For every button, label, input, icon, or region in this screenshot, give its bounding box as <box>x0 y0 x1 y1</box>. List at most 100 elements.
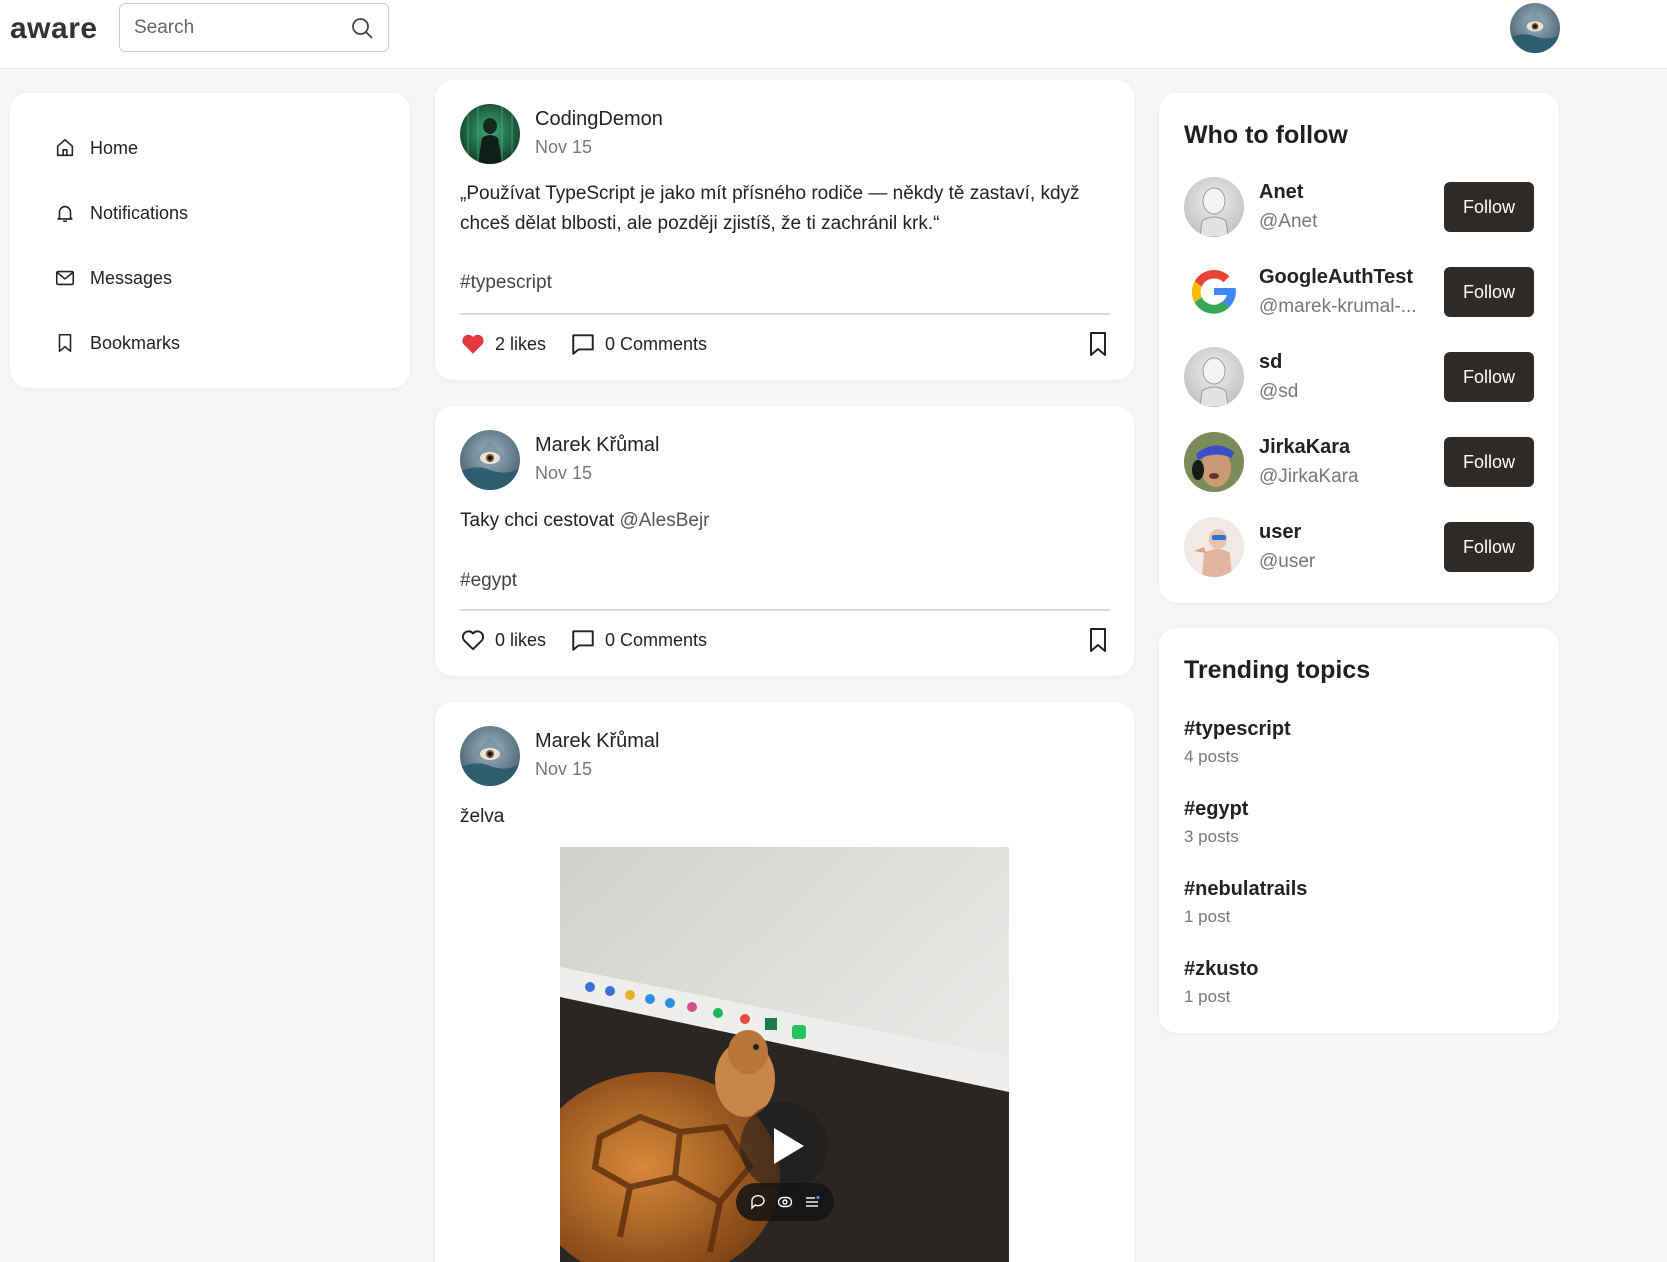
user-avatar[interactable] <box>1184 177 1244 237</box>
sidebar-item-notifications[interactable]: Notifications <box>54 195 188 231</box>
user-name[interactable]: Anet <box>1259 181 1303 204</box>
trending-topic[interactable]: #typescript 4 posts <box>1184 718 1291 767</box>
follow-suggestion: user @user Follow <box>1184 517 1534 577</box>
top-bar: aware <box>0 0 1667 69</box>
post-text: želva <box>460 806 505 827</box>
bell-icon <box>57 205 73 223</box>
post-hashtag[interactable]: #typescript <box>460 272 552 294</box>
post-date: Nov 15 <box>535 137 593 157</box>
sidebar-item-messages[interactable]: Messages <box>54 260 172 296</box>
trending-topic[interactable]: #zkusto 1 post <box>1184 958 1258 1007</box>
topic-count: 3 posts <box>1184 827 1239 846</box>
author-avatar[interactable] <box>460 104 520 164</box>
topic-tag: #zkusto <box>1184 958 1259 980</box>
follow-suggestion: JirkaKara @JirkaKara Follow <box>1184 432 1534 492</box>
author-name[interactable]: Marek Křůmal <box>535 434 659 457</box>
who-to-follow-title: Who to follow <box>1184 121 1348 149</box>
sidebar-item-label: Notifications <box>90 202 189 223</box>
search-input[interactable] <box>134 16 334 40</box>
author-name[interactable]: CodingDemon <box>535 108 663 131</box>
video-controls <box>736 1183 834 1221</box>
like-count: 0 likes <box>495 629 547 650</box>
mention-link[interactable]: @AlesBejr <box>619 510 709 531</box>
post-divider <box>460 313 1110 315</box>
search-icon[interactable] <box>350 16 374 40</box>
user-avatar[interactable] <box>1184 432 1244 492</box>
bookmark-icon <box>58 333 72 353</box>
app-logo[interactable]: aware <box>10 12 98 46</box>
home-icon <box>56 138 74 157</box>
post-text: Taky chci cestovat @AlesBejr <box>460 506 1110 536</box>
follow-button[interactable]: Follow <box>1444 267 1534 317</box>
post-actions: 0 likes 0 Comments <box>460 625 1110 655</box>
trending-title: Trending topics <box>1184 656 1371 684</box>
heart-filled-icon <box>462 334 484 354</box>
sidebar-item-label: Messages <box>90 267 173 288</box>
trending-topic[interactable]: #egypt 3 posts <box>1184 798 1248 847</box>
trending-topic[interactable]: #nebulatrails 1 post <box>1184 878 1307 927</box>
topic-count: 1 post <box>1184 987 1231 1006</box>
topic-tag: #egypt <box>1184 798 1249 820</box>
user-name[interactable]: GoogleAuthTest <box>1259 266 1413 289</box>
user-avatar[interactable] <box>1184 517 1244 577</box>
sidebar-nav: Home Notifications Messages Bookmarks <box>10 93 410 388</box>
play-icon <box>774 1128 804 1164</box>
topic-count: 1 post <box>1184 907 1231 926</box>
user-avatar[interactable] <box>1184 262 1244 322</box>
follow-button[interactable]: Follow <box>1444 437 1534 487</box>
author-avatar[interactable] <box>460 430 520 490</box>
user-name[interactable]: sd <box>1259 351 1282 374</box>
trending-panel: Trending topics #typescript 4 posts #egy… <box>1159 628 1559 1033</box>
eye-icon[interactable] <box>777 1194 793 1210</box>
topic-tag: #nebulatrails <box>1184 878 1308 900</box>
topic-tag: #typescript <box>1184 718 1291 740</box>
sidebar-item-label: Bookmarks <box>90 332 181 353</box>
follow-suggestion: sd @sd Follow <box>1184 347 1534 407</box>
user-handle: @marek-krumal-... <box>1259 296 1417 317</box>
sidebar-item-bookmarks[interactable]: Bookmarks <box>54 325 180 361</box>
post-date: Nov 15 <box>535 463 593 483</box>
sidebar-item-label: Home <box>90 137 139 158</box>
search-box[interactable] <box>119 3 389 52</box>
topic-count: 4 posts <box>1184 747 1239 766</box>
list-icon[interactable] <box>804 1194 820 1210</box>
comment-count: 0 Comments <box>605 333 708 354</box>
user-avatar[interactable] <box>1510 3 1560 53</box>
post-card: Marek Křůmal Nov 15 želva <box>435 702 1134 1262</box>
follow-button[interactable]: Follow <box>1444 522 1534 572</box>
post-text: „Používat TypeScript je jako mít přísnéh… <box>460 183 1080 234</box>
post-card: Marek Křůmal Nov 15 Taky chci cestovat @… <box>435 406 1134 676</box>
post-actions: 2 likes 0 Comments <box>460 329 1110 359</box>
comment-icon <box>572 630 594 651</box>
comment-button[interactable]: 0 Comments <box>570 329 707 359</box>
like-button[interactable]: 0 likes <box>460 625 546 655</box>
follow-button[interactable]: Follow <box>1444 352 1534 402</box>
user-handle: @user <box>1259 551 1316 572</box>
post-hashtag[interactable]: #egypt <box>460 570 517 592</box>
sidebar-item-home[interactable]: Home <box>54 130 138 166</box>
comment-button[interactable]: 0 Comments <box>570 625 707 655</box>
post-card: CodingDemon Nov 15 „Používat TypeScript … <box>435 80 1134 380</box>
follow-suggestion: GoogleAuthTest @marek-krumal-... Follow <box>1184 262 1534 322</box>
user-name[interactable]: JirkaKara <box>1259 436 1350 459</box>
follow-button[interactable]: Follow <box>1444 182 1534 232</box>
post-date: Nov 15 <box>535 759 593 779</box>
heart-outline-icon <box>461 630 485 651</box>
bookmark-icon[interactable] <box>1086 627 1110 653</box>
post-divider <box>460 609 1110 611</box>
post-text-body: Taky chci cestovat <box>460 510 620 531</box>
mail-icon <box>55 270 75 286</box>
play-button[interactable] <box>740 1102 828 1190</box>
google-logo-icon <box>1184 262 1244 322</box>
like-button[interactable]: 2 likes <box>460 329 546 359</box>
follow-suggestion: Anet @Anet Follow <box>1184 177 1534 237</box>
bookmark-icon[interactable] <box>1086 331 1110 357</box>
author-avatar[interactable] <box>460 726 520 786</box>
user-handle: @sd <box>1259 381 1299 402</box>
author-name[interactable]: Marek Křůmal <box>535 730 659 753</box>
user-name[interactable]: user <box>1259 521 1301 544</box>
chat-bubble-icon[interactable] <box>750 1194 766 1210</box>
post-video[interactable] <box>560 847 1009 1262</box>
user-avatar[interactable] <box>1184 347 1244 407</box>
like-count: 2 likes <box>495 333 547 354</box>
